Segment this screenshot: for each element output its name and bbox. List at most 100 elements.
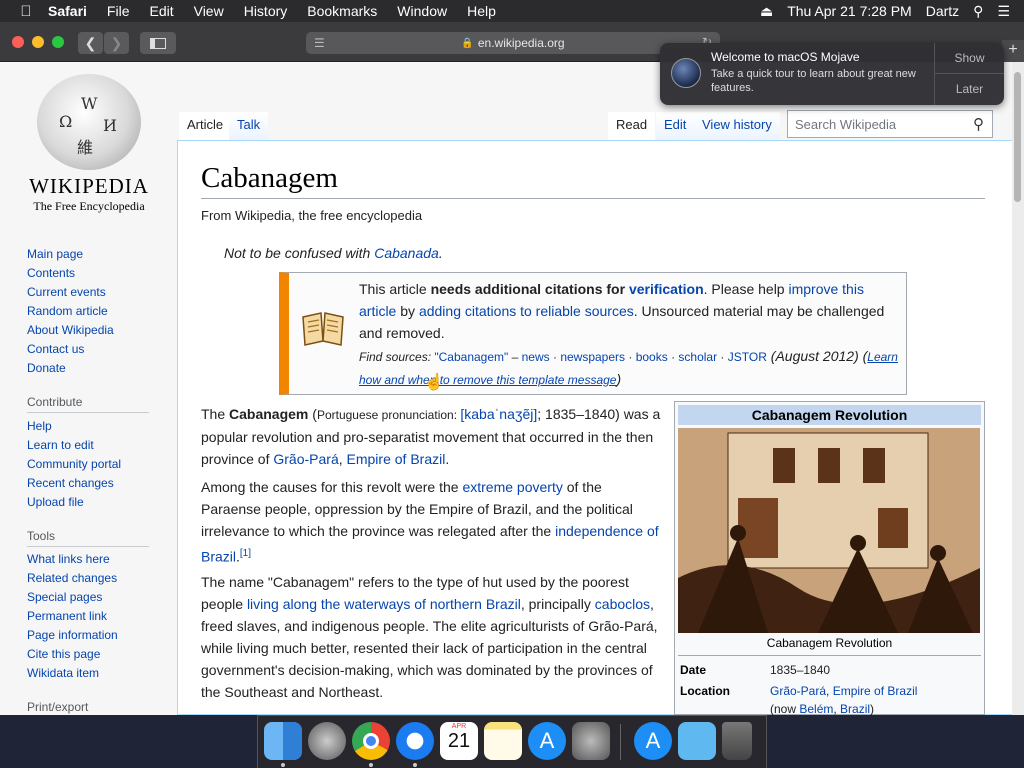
divider [201,198,985,199]
zoom-window-button[interactable] [52,36,64,48]
downloads-folder-icon[interactable] [678,722,716,760]
pronunciation-link[interactable]: [kabaˈnaʒẽj] [460,406,537,422]
running-indicator [281,763,285,767]
sidebar-item-current-events[interactable]: Current events [27,285,114,304]
sidebar-item-contents[interactable]: Contents [27,266,114,285]
menu-file[interactable]: File [107,3,130,19]
sidebar-item-main-page[interactable]: Main page [27,247,114,266]
scholar-link[interactable]: scholar [678,350,717,364]
query-link[interactable]: "Cabanagem" [434,350,508,364]
eject-icon[interactable]: ⏏ [760,3,773,20]
safari-icon[interactable] [396,722,434,760]
minimize-window-button[interactable] [32,36,44,48]
adding-citations-link[interactable]: adding citations to reliable sources [419,303,634,319]
new-tab-button[interactable]: + [1002,40,1024,62]
menu-history[interactable]: History [244,3,288,19]
sidebar-item-about[interactable]: About Wikipedia [27,323,114,342]
grao-para-link[interactable]: Grão-Pará [273,451,338,467]
empire-of-brazil-link[interactable]: Empire of Brazil [833,684,918,698]
notes-icon[interactable] [484,722,522,760]
sidebar-heading-tools[interactable]: Tools [27,529,55,543]
apple-menu-icon[interactable]:  [18,3,34,20]
menu-window[interactable]: Window [397,3,447,19]
text-bold: needs additional citations for [430,281,629,297]
scrollbar-thumb[interactable] [1014,72,1021,202]
launchpad-icon[interactable] [308,722,346,760]
tab-edit[interactable]: Edit [656,112,695,142]
sidebar-item-community-portal[interactable]: Community portal [27,457,121,476]
sidebar-toggle-button[interactable] [140,32,176,54]
citation-1-link[interactable]: [1] [240,548,251,559]
paragraph-1: The Cabanagem (Portuguese pronunciation:… [201,403,661,470]
menu-edit[interactable]: Edit [149,3,173,19]
menu-bookmarks[interactable]: Bookmarks [307,3,377,19]
belem-link[interactable]: Belém [799,702,833,716]
search-icon[interactable]: ⚲ [973,115,984,133]
cabanada-link[interactable]: Cabanada [374,245,439,261]
sidebar-item-cite-this-page[interactable]: Cite this page [27,647,118,666]
later-button[interactable]: Later [935,74,1004,105]
finder-icon[interactable] [264,722,302,760]
empire-of-brazil-link[interactable]: Empire of Brazil [347,451,446,467]
tab-view-history[interactable]: View history [694,112,780,142]
address-bar[interactable]: ☰ 🔒 en.wikipedia.org ↻ [306,32,720,54]
tab-talk[interactable]: Talk [229,112,269,142]
trash-icon[interactable] [722,722,752,760]
sidebar-item-upload-file[interactable]: Upload file [27,495,121,514]
news-link[interactable]: news [522,350,550,364]
sidebar-item-related-changes[interactable]: Related changes [27,571,118,590]
menu-help[interactable]: Help [467,3,496,19]
revolution-illustration[interactable] [678,428,980,633]
sidebar-item-special-pages[interactable]: Special pages [27,590,118,609]
user-name[interactable]: Dartz [926,3,959,19]
chrome-icon[interactable] [352,722,390,760]
tab-article[interactable]: Article [179,112,232,142]
brazil-link[interactable]: Brazil [840,702,870,716]
app-store-download-icon[interactable]: A [634,722,672,760]
verification-link[interactable]: verification [629,281,704,297]
clock[interactable]: Thu Apr 21 7:28 PM [787,3,912,19]
menu-app-safari[interactable]: Safari [48,3,87,19]
sidebar-item-random-article[interactable]: Random article [27,304,114,323]
extreme-poverty-link[interactable]: extreme poverty [462,479,562,495]
system-preferences-icon[interactable] [572,722,610,760]
sidebar-item-help[interactable]: Help [27,419,121,438]
app-store-icon[interactable]: A [528,722,566,760]
sidebar-heading-contribute[interactable]: Contribute [27,395,82,409]
sidebar-item-contact[interactable]: Contact us [27,342,114,361]
sidebar-heading-print-export[interactable]: Print/export [27,700,88,714]
reader-icon[interactable]: ☰ [314,36,325,50]
calendar-icon[interactable]: APR 21 [440,722,478,760]
show-button[interactable]: Show [935,43,1004,74]
notification-center-icon[interactable]: ☰ [997,3,1010,20]
divider [678,655,981,656]
spotlight-icon[interactable]: ⚲ [973,3,983,20]
wikipedia-logo[interactable]: W Ω И 維 WIKIPEDIA The Free Encyclopedia [18,74,160,234]
sidebar-item-wikidata-item[interactable]: Wikidata item [27,666,118,685]
text-bold: Cabanagem [229,406,309,422]
sidebar-item-donate[interactable]: Donate [27,361,114,380]
sidebar-item-page-information[interactable]: Page information [27,628,118,647]
text: ) [870,702,875,716]
back-button[interactable]: ❮ [78,32,103,54]
notification-body: Take a quick tour to learn about great n… [711,68,916,94]
sidebar-item-recent-changes[interactable]: Recent changes [27,476,121,495]
close-window-button[interactable] [12,36,24,48]
grao-para-link[interactable]: Grão-Pará [770,684,826,698]
waterways-link[interactable]: living along the waterways of northern B… [247,596,521,612]
page-scrollbar[interactable] [1012,62,1024,715]
dock: APR 21 A A [257,715,767,768]
sidebar-item-what-links-here[interactable]: What links here [27,552,118,571]
jstor-link[interactable]: JSTOR [728,350,767,364]
text: Find sources: [359,350,435,364]
mojave-notification[interactable]: Welcome to macOS Mojave Take a quick tou… [660,43,1004,105]
forward-button[interactable]: ❯ [104,32,129,54]
menu-view[interactable]: View [194,3,224,19]
search-input[interactable]: Search Wikipedia ⚲ [787,110,993,138]
sidebar-item-permanent-link[interactable]: Permanent link [27,609,118,628]
newspapers-link[interactable]: newspapers [560,350,625,364]
sidebar-item-learn-to-edit[interactable]: Learn to edit [27,438,121,457]
tab-read[interactable]: Read [608,112,656,142]
books-link[interactable]: books [636,350,668,364]
caboclos-link[interactable]: caboclos [595,596,650,612]
